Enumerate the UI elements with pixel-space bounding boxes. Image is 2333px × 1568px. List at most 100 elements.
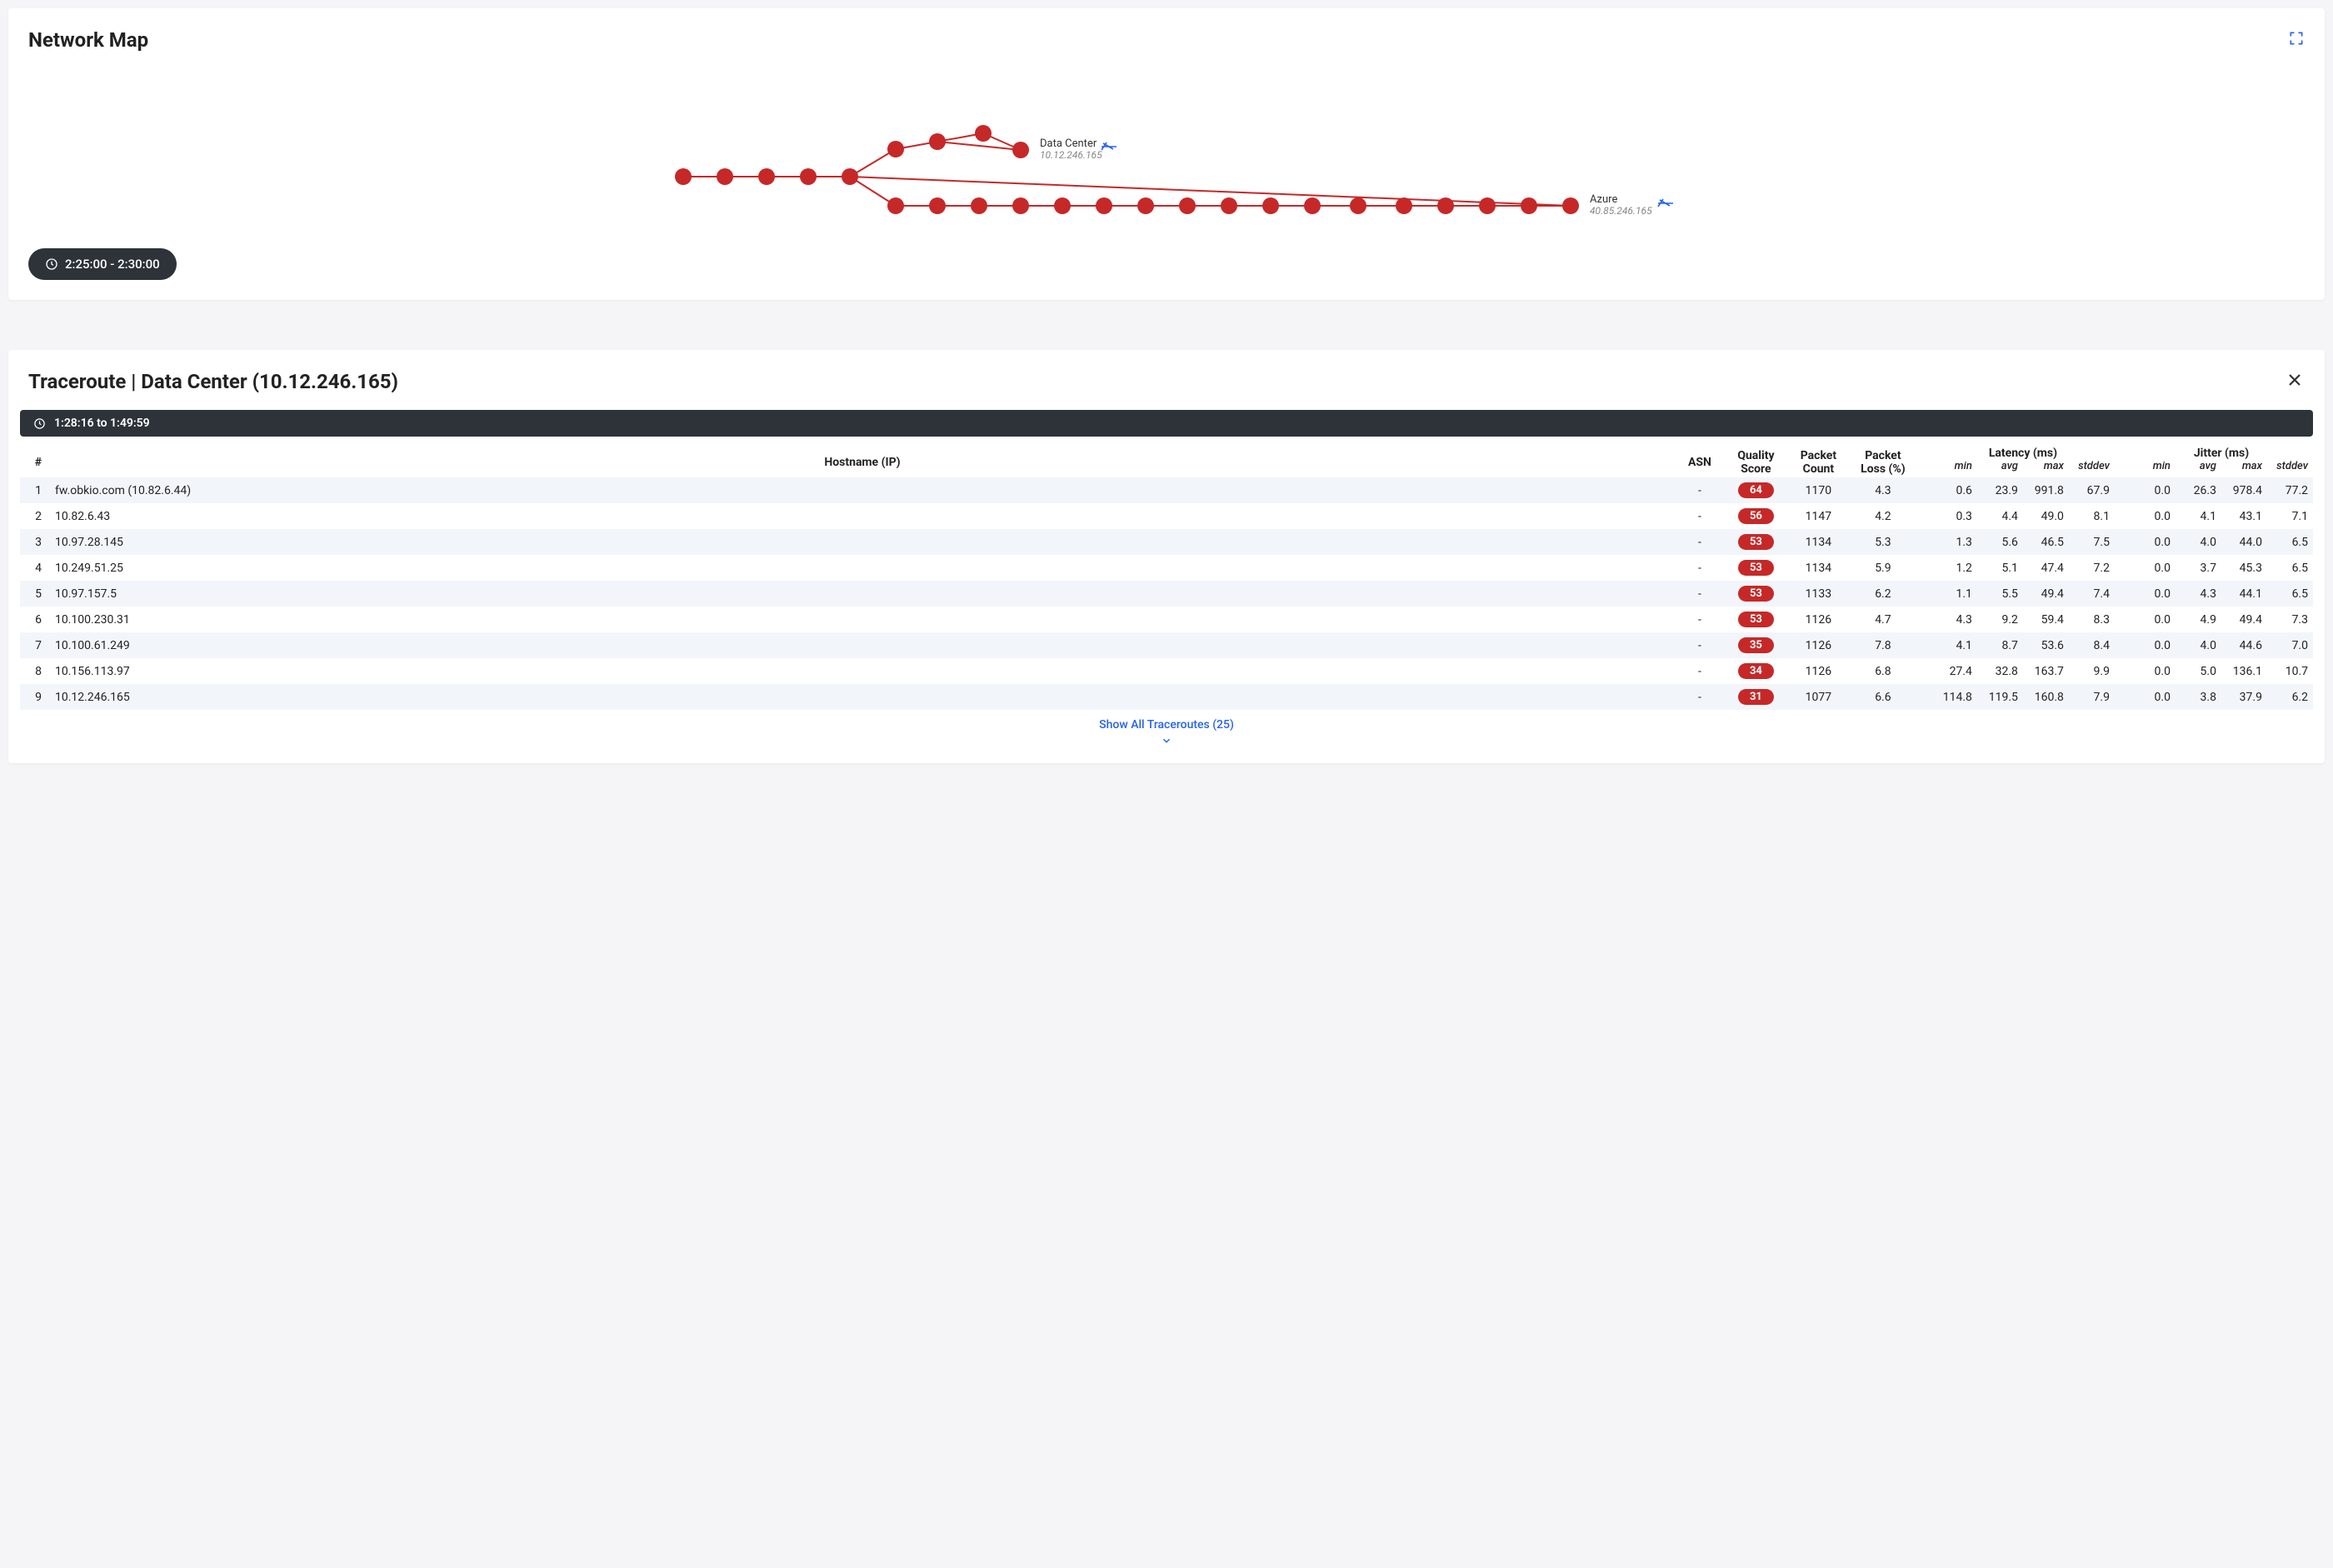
- col-quality[interactable]: Quality Score: [1725, 442, 1787, 477]
- cell-pcount: 1134: [1787, 529, 1850, 555]
- cell-lavg: 4.4: [1977, 503, 2023, 529]
- cell-jstd: 6.2: [2267, 684, 2313, 710]
- time-range-pill[interactable]: 2:25:00 - 2:30:00: [28, 248, 177, 280]
- cell-lmin: 27.4: [1931, 658, 1977, 684]
- table-row[interactable]: 910.12.246.165-3110776.6114.8119.5160.87…: [20, 684, 2313, 710]
- col-jit-std[interactable]: stddev: [2267, 460, 2313, 477]
- cloud-icon: [1102, 142, 1117, 150]
- cell-lmin: 114.8: [1931, 684, 1977, 710]
- cell-jmax: 49.4: [2221, 607, 2267, 632]
- cell-idx: 2: [20, 503, 50, 529]
- traceroute-header: Traceroute | Data Center (10.12.246.165): [15, 370, 2318, 393]
- cloud-icon: [1658, 199, 1673, 207]
- cell-ploss: 4.3: [1850, 477, 1916, 503]
- expand-icon[interactable]: [2288, 30, 2305, 50]
- table-row[interactable]: 610.100.230.31-5311264.74.39.259.48.30.0…: [20, 607, 2313, 632]
- col-packet-loss[interactable]: Packet Loss (%): [1850, 442, 1916, 477]
- col-lat-std[interactable]: stddev: [2069, 460, 2115, 477]
- col-lat-max[interactable]: max: [2023, 460, 2069, 477]
- cell-pcount: 1077: [1787, 684, 1850, 710]
- cell-jmax: 44.6: [2221, 632, 2267, 658]
- cell-jmin: 0.0: [2130, 607, 2176, 632]
- cell-jstd: 7.1: [2267, 503, 2313, 529]
- quality-badge: 53: [1738, 586, 1774, 602]
- show-all-traceroutes-link[interactable]: Show All Traceroutes (25): [20, 718, 2313, 750]
- cell-asn: -: [1675, 607, 1725, 632]
- cell-lmin: 0.6: [1931, 477, 1977, 503]
- col-jit-min[interactable]: min: [2130, 460, 2176, 477]
- cell-jmin: 0.0: [2130, 503, 2176, 529]
- cell-javg: 4.9: [2176, 607, 2221, 632]
- cell-lmax: 49.0: [2023, 503, 2069, 529]
- cell-javg: 3.7: [2176, 555, 2221, 581]
- col-hostname[interactable]: Hostname (IP): [50, 442, 1675, 477]
- cell-ploss: 6.8: [1850, 658, 1916, 684]
- cell-idx: 6: [20, 607, 50, 632]
- cell-lstd: 7.5: [2069, 529, 2115, 555]
- cell-lmax: 163.7: [2023, 658, 2069, 684]
- table-row[interactable]: 710.100.61.249-3511267.84.18.753.68.40.0…: [20, 632, 2313, 658]
- table-row[interactable]: 210.82.6.43-5611474.20.34.449.08.10.04.1…: [20, 503, 2313, 529]
- cell-javg: 4.0: [2176, 529, 2221, 555]
- cell-ploss: 7.8: [1850, 632, 1916, 658]
- cell-quality: 53: [1725, 529, 1787, 555]
- cell-lavg: 5.5: [1977, 581, 2023, 607]
- cell-jstd: 77.2: [2267, 477, 2313, 503]
- cell-jmax: 37.9: [2221, 684, 2267, 710]
- cell-host: 10.249.51.25: [50, 555, 1675, 581]
- cell-ploss: 6.2: [1850, 581, 1916, 607]
- network-map-card: Network Map Data Center 10.12.246.165: [8, 8, 2325, 300]
- cell-lstd: 7.4: [2069, 581, 2115, 607]
- show-all-text: Show All Traceroutes (25): [1099, 718, 1234, 732]
- col-asn[interactable]: ASN: [1675, 442, 1725, 477]
- cell-lavg: 8.7: [1977, 632, 2023, 658]
- cell-ploss: 4.2: [1850, 503, 1916, 529]
- clock-icon: [45, 257, 58, 271]
- cell-quality: 53: [1725, 581, 1787, 607]
- table-row[interactable]: 810.156.113.97-3411266.827.432.8163.79.9…: [20, 658, 2313, 684]
- cell-lavg: 32.8: [1977, 658, 2023, 684]
- cell-jmax: 44.0: [2221, 529, 2267, 555]
- cell-lmax: 59.4: [2023, 607, 2069, 632]
- cell-lstd: 7.2: [2069, 555, 2115, 581]
- network-topology-graph[interactable]: Data Center 10.12.246.165 Azure 40.85.24…: [28, 68, 2305, 235]
- table-row[interactable]: 310.97.28.145-5311345.31.35.646.57.50.04…: [20, 529, 2313, 555]
- table-row[interactable]: 1fw.obkio.com (10.82.6.44)-6411704.30.62…: [20, 477, 2313, 503]
- table-row[interactable]: 510.97.157.5-5311336.21.15.549.47.40.04.…: [20, 581, 2313, 607]
- col-jit-max[interactable]: max: [2221, 460, 2267, 477]
- col-idx[interactable]: #: [20, 442, 50, 477]
- cell-host: fw.obkio.com (10.82.6.44): [50, 477, 1675, 503]
- traceroute-time-banner: 1:28:16 to 1:49:59: [20, 410, 2313, 437]
- cell-javg: 5.0: [2176, 658, 2221, 684]
- col-packet-count[interactable]: Packet Count: [1787, 442, 1850, 477]
- col-latency-group[interactable]: Latency (ms): [1931, 442, 2115, 460]
- cell-quality: 64: [1725, 477, 1787, 503]
- cell-jmin: 0.0: [2130, 477, 2176, 503]
- col-jitter-group[interactable]: Jitter (ms): [2130, 442, 2313, 460]
- cell-pcount: 1147: [1787, 503, 1850, 529]
- cell-asn: -: [1675, 503, 1725, 529]
- cell-host: 10.12.246.165: [50, 684, 1675, 710]
- cell-lavg: 119.5: [1977, 684, 2023, 710]
- traceroute-card: Traceroute | Data Center (10.12.246.165)…: [8, 350, 2325, 763]
- col-lat-min[interactable]: min: [1931, 460, 1977, 477]
- cell-jmin: 0.0: [2130, 555, 2176, 581]
- network-map-header: Network Map: [28, 28, 2305, 52]
- cell-jstd: 10.7: [2267, 658, 2313, 684]
- cell-asn: -: [1675, 477, 1725, 503]
- quality-badge: 34: [1738, 663, 1774, 679]
- cell-jmax: 978.4: [2221, 477, 2267, 503]
- cell-lmax: 991.8: [2023, 477, 2069, 503]
- cell-quality: 35: [1725, 632, 1787, 658]
- cell-lmax: 46.5: [2023, 529, 2069, 555]
- cell-idx: 8: [20, 658, 50, 684]
- cell-lstd: 7.9: [2069, 684, 2115, 710]
- col-jit-avg[interactable]: avg: [2176, 460, 2221, 477]
- quality-badge: 53: [1738, 534, 1774, 550]
- cell-asn: -: [1675, 684, 1725, 710]
- table-row[interactable]: 410.249.51.25-5311345.91.25.147.47.20.03…: [20, 555, 2313, 581]
- cell-idx: 9: [20, 684, 50, 710]
- endpoint-data-center-ip: 10.12.246.165: [1040, 149, 1102, 161]
- col-lat-avg[interactable]: avg: [1977, 460, 2023, 477]
- close-icon[interactable]: [2285, 370, 2305, 393]
